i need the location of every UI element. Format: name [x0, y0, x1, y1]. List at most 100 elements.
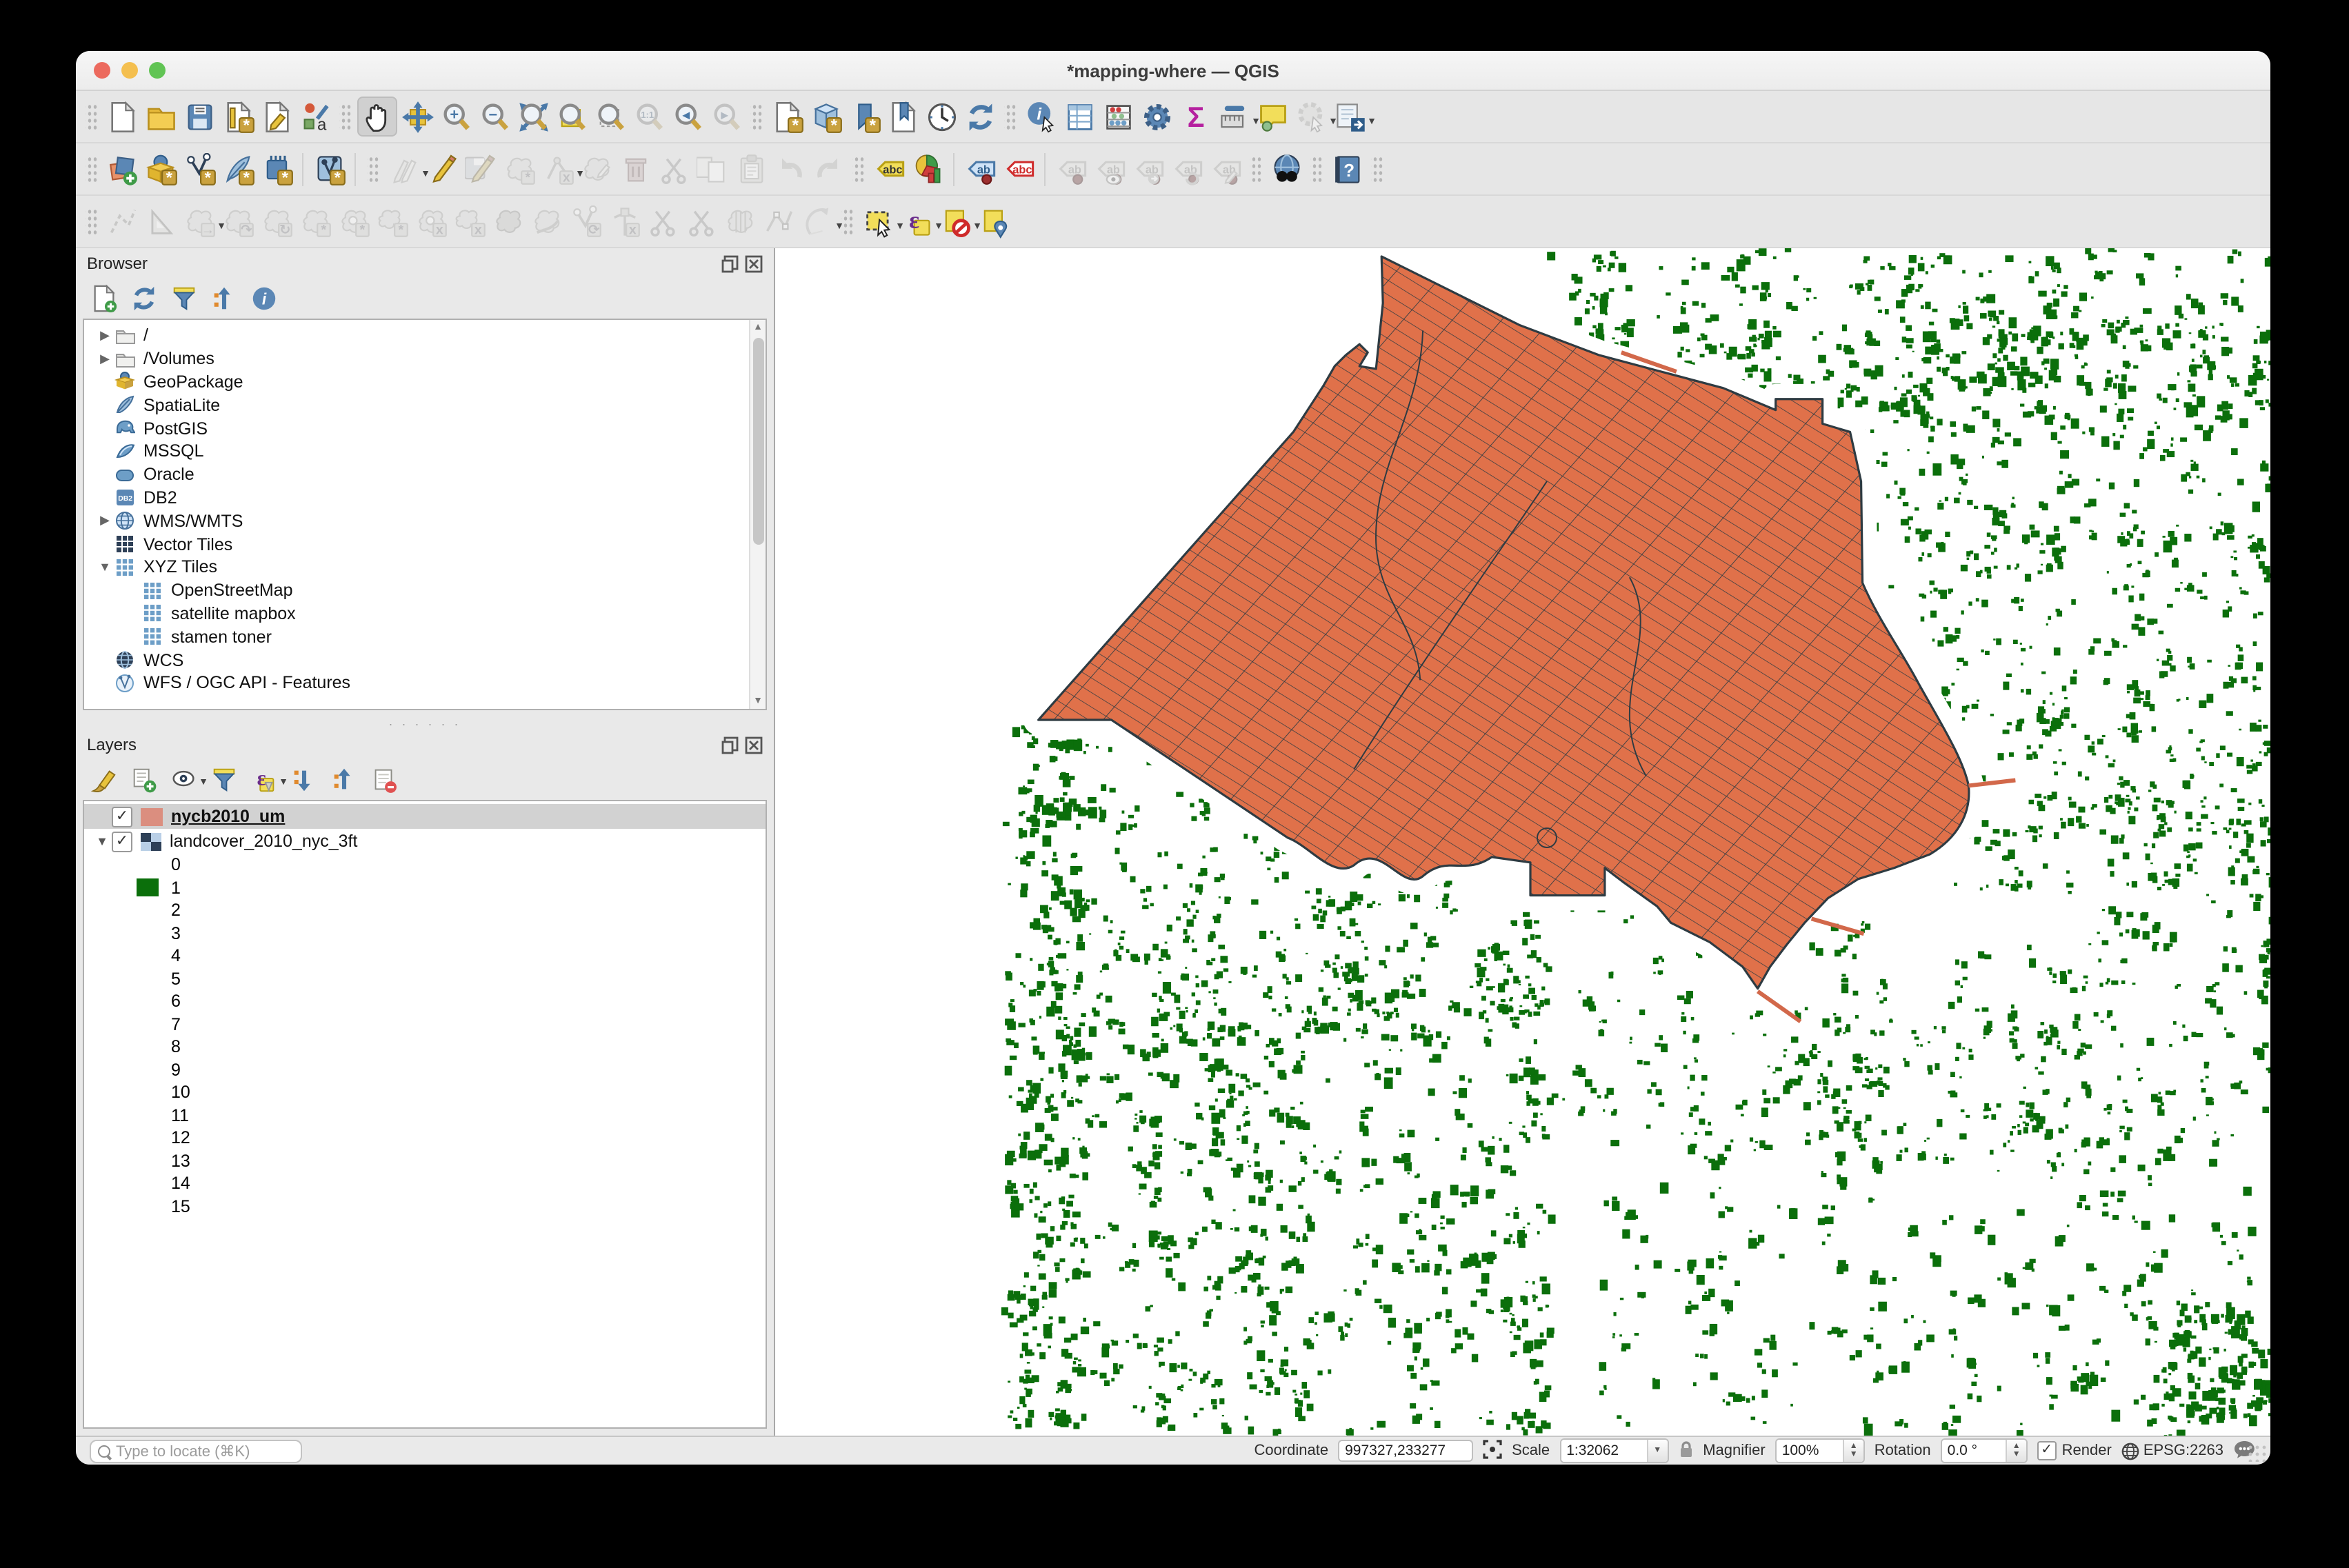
- browser-item-db2[interactable]: DB2 DB2: [95, 486, 763, 510]
- add-mesh-layer-button[interactable]: *: [258, 150, 295, 188]
- browser-item-postgis[interactable]: PostGIS: [95, 416, 763, 440]
- layer-row-landcover_2010_nyc_3ft[interactable]: ▼ ✓ landcover_2010_nyc_3ft: [84, 829, 766, 854]
- select-by-expression-tool[interactable]: ε ▼: [898, 203, 943, 240]
- add-virtual-layer-button[interactable]: *: [310, 150, 348, 188]
- toolbar-grip[interactable]: [841, 206, 854, 237]
- toolbar-grip[interactable]: [750, 101, 763, 132]
- layer-class-row[interactable]: 11: [84, 1104, 766, 1127]
- layer-class-row[interactable]: 12: [84, 1127, 766, 1149]
- browser-float-icon[interactable]: [721, 254, 739, 272]
- layer-class-row[interactable]: 4: [84, 945, 766, 967]
- refresh-map-button[interactable]: [961, 98, 999, 135]
- coordinate-input[interactable]: [1338, 1440, 1474, 1462]
- chevron-right-icon[interactable]: ▶: [95, 351, 114, 366]
- chevron-down-icon[interactable]: ▼: [95, 561, 114, 574]
- toolbar-grip[interactable]: [86, 101, 98, 132]
- toolbar-grip[interactable]: [1310, 154, 1323, 184]
- browser-item-xyz-tiles[interactable]: ▼ XYZ Tiles: [95, 556, 763, 579]
- browser-properties-button[interactable]: i: [247, 281, 280, 314]
- toolbar-grip[interactable]: [1004, 101, 1017, 132]
- browser-item-wcs[interactable]: WCS: [95, 648, 763, 672]
- layer-row-nycb2010_um[interactable]: ✓ nycb2010_um: [84, 804, 766, 829]
- minimize-window-button[interactable]: [121, 62, 138, 79]
- toolbar-grip[interactable]: [1371, 154, 1383, 184]
- layer-class-row[interactable]: 1: [84, 876, 766, 899]
- layer-class-row[interactable]: 8: [84, 1036, 766, 1058]
- scale-input[interactable]: [1561, 1440, 1647, 1462]
- layer-class-row[interactable]: 6: [84, 990, 766, 1013]
- layer-class-row[interactable]: 14: [84, 1172, 766, 1195]
- zoom-last-tool[interactable]: ◂: [669, 98, 706, 135]
- zoom-to-selection-tool[interactable]: [592, 98, 629, 135]
- new-print-layout-button[interactable]: *: [219, 98, 257, 135]
- magnifier-spin-icons[interactable]: ▲ ▼: [1842, 1440, 1863, 1462]
- browser-item-wms-wmts[interactable]: ▶ WMS/WMTS: [95, 510, 763, 533]
- scrollbar-thumb[interactable]: [752, 338, 763, 545]
- magnifier-input[interactable]: [1776, 1440, 1843, 1462]
- layer-visibility-checkbox[interactable]: ✓: [112, 806, 132, 827]
- browser-refresh-button[interactable]: [127, 281, 160, 314]
- data-source-manager-button[interactable]: [103, 150, 141, 188]
- browser-add-selected-layers-button[interactable]: [87, 281, 120, 314]
- chevron-down-icon[interactable]: ▼: [92, 834, 112, 848]
- browser-item-wfs-ogc-api-features[interactable]: WFS / OGC API - Features: [95, 672, 763, 695]
- zoom-out-tool[interactable]: −: [476, 98, 513, 135]
- layer-labeling-button[interactable]: abc: [870, 150, 908, 188]
- new-map-view-button[interactable]: *: [768, 98, 806, 135]
- processing-toolbox-button[interactable]: [1138, 98, 1175, 135]
- layer-class-row[interactable]: 9: [84, 1058, 766, 1081]
- crs-indicator[interactable]: EPSG:2263: [2121, 1442, 2223, 1460]
- highlight-pinned-labels-button[interactable]: abc: [1000, 150, 1037, 188]
- temporal-controller-button[interactable]: [923, 98, 960, 135]
- browser-item-mssql[interactable]: MSSQL: [95, 440, 763, 463]
- scale-dropdown-icon[interactable]: ▼: [1646, 1440, 1668, 1462]
- scroll-up-icon[interactable]: ▲: [750, 320, 766, 335]
- browser-item-satellite-mapbox[interactable]: satellite mapbox: [95, 602, 763, 625]
- add-delimited-text-layer-button[interactable]: *: [181, 150, 218, 188]
- browser-item-oracle[interactable]: Oracle: [95, 463, 763, 487]
- layer-class-row[interactable]: 5: [84, 967, 766, 990]
- save-project-button[interactable]: [181, 98, 218, 135]
- browser-filter-button[interactable]: [167, 281, 200, 314]
- filter-by-expression-button[interactable]: ε ▼: [247, 763, 288, 796]
- browser-item-vector-tiles[interactable]: Vector Tiles: [95, 532, 763, 556]
- layer-class-row[interactable]: 2: [84, 899, 766, 922]
- pin-labels-button[interactable]: ab: [961, 150, 999, 188]
- select-features-dialog-button[interactable]: ▼: [1331, 98, 1377, 135]
- layer-class-row[interactable]: 3: [84, 922, 766, 945]
- collapse-all-button[interactable]: [327, 763, 360, 796]
- toggle-editing-button[interactable]: [423, 150, 461, 188]
- manage-map-themes-button[interactable]: ▼: [167, 763, 208, 796]
- layer-class-row[interactable]: 7: [84, 1013, 766, 1036]
- toolbar-grip[interactable]: [367, 154, 379, 184]
- chevron-right-icon[interactable]: ▶: [95, 328, 114, 343]
- layer-diagram-button[interactable]: [909, 150, 946, 188]
- rotation-input[interactable]: [1941, 1440, 2006, 1462]
- browser-item--volumes[interactable]: ▶ /Volumes: [95, 348, 763, 371]
- map-canvas[interactable]: [775, 248, 2270, 1436]
- identify-features-tool[interactable]: i: [1022, 98, 1059, 135]
- select-by-location-tool[interactable]: [975, 203, 1012, 240]
- show-layout-manager-button[interactable]: [258, 98, 295, 135]
- zoom-full-tool[interactable]: [514, 98, 552, 135]
- layer-class-row[interactable]: 10: [84, 1081, 766, 1104]
- rotation-spinner[interactable]: ▲▼: [1940, 1438, 2028, 1463]
- extents-toggle-icon[interactable]: [1483, 1439, 1502, 1463]
- open-attribute-table-button[interactable]: [1061, 98, 1098, 135]
- open-project-button[interactable]: [142, 98, 179, 135]
- toolbar-grip[interactable]: [339, 101, 352, 132]
- toolbar-grip[interactable]: [1250, 154, 1262, 184]
- pan-to-selection-tool[interactable]: [399, 98, 436, 135]
- help-contents-button[interactable]: ?: [1328, 150, 1366, 188]
- close-window-button[interactable]: [94, 62, 110, 79]
- browser-item-spatialite[interactable]: SpatiaLite: [95, 394, 763, 417]
- expand-all-button[interactable]: [287, 763, 320, 796]
- resize-grip[interactable]: [2247, 1444, 2266, 1462]
- scale-combo[interactable]: ▼: [1559, 1438, 1669, 1463]
- new-project-button[interactable]: [103, 98, 141, 135]
- rotation-spin-icons[interactable]: ▲ ▼: [2005, 1440, 2026, 1462]
- toolbar-grip[interactable]: [86, 206, 98, 237]
- deselect-features-tool[interactable]: ▼: [937, 203, 982, 240]
- browser-close-icon[interactable]: [745, 254, 763, 272]
- add-vector-layer-button[interactable]: *: [142, 150, 179, 188]
